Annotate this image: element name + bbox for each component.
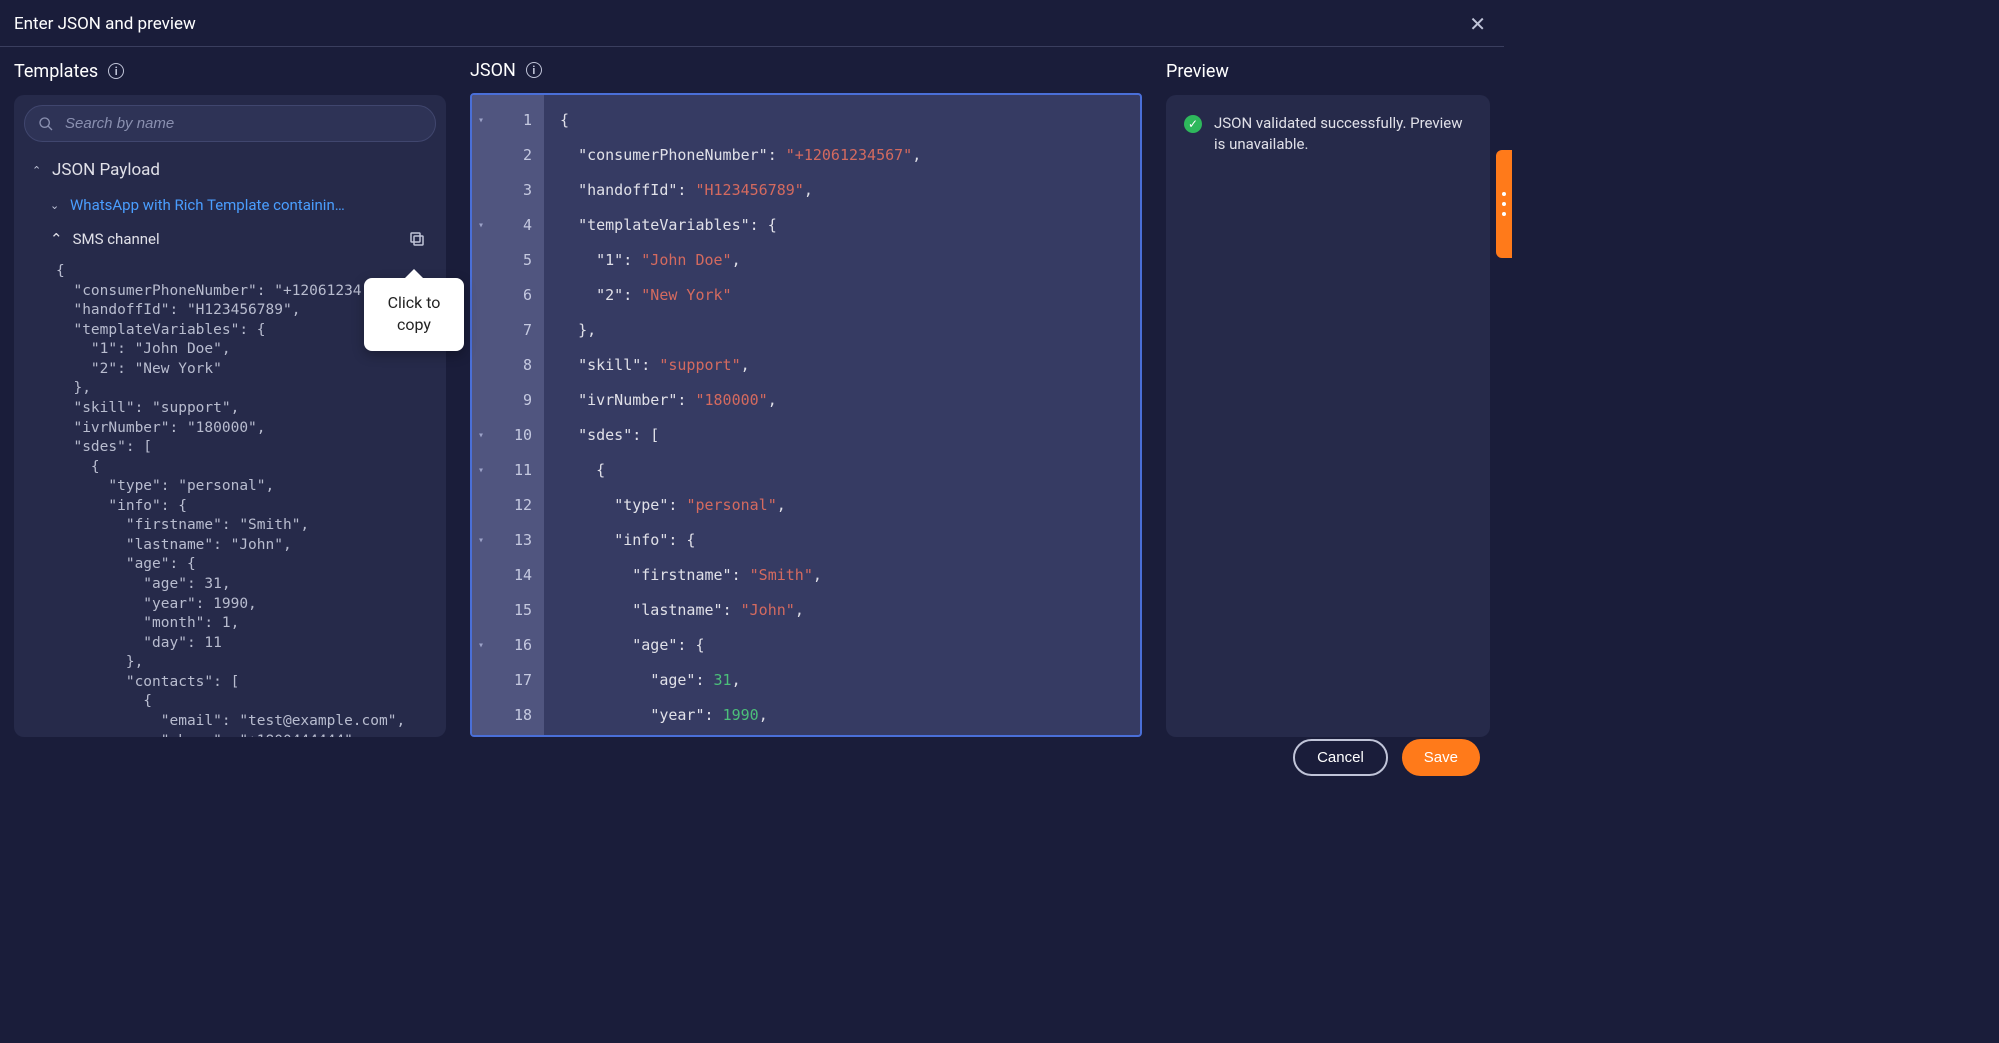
preview-panel: ✓ JSON validated successfully. Preview i… — [1166, 95, 1490, 737]
fold-icon[interactable]: ▾ — [478, 628, 484, 663]
chevron-down-icon: ⌄ — [50, 199, 60, 212]
code-line[interactable]: "skill": "support", — [560, 348, 1140, 383]
close-icon[interactable]: ✕ — [1465, 14, 1490, 34]
code-line[interactable]: "1": "John Doe", — [560, 243, 1140, 278]
code-line[interactable]: "handoffId": "H123456789", — [560, 173, 1140, 208]
chevron-up-icon: ⌃ — [32, 164, 42, 177]
gutter-line: 7 — [472, 313, 544, 348]
templates-panel: ⌃ JSON Payload ⌄ WhatsApp with Rich Temp… — [14, 95, 446, 737]
code-line[interactable]: "lastname": "John", — [560, 593, 1140, 628]
save-button[interactable]: Save — [1402, 739, 1480, 776]
search-icon — [38, 116, 54, 132]
tree-item-label: WhatsApp with Rich Template containin… — [70, 196, 345, 214]
gutter-line: 11▾ — [472, 453, 544, 488]
gutter-line: 10▾ — [472, 418, 544, 453]
code-line[interactable]: "consumerPhoneNumber": "+12061234567", — [560, 138, 1140, 173]
gutter-line: 5 — [472, 243, 544, 278]
code-line[interactable]: "sdes": [ — [560, 418, 1140, 453]
gutter-line: 3 — [472, 173, 544, 208]
code-line[interactable]: { — [560, 453, 1140, 488]
fold-icon[interactable]: ▾ — [478, 523, 484, 558]
copy-icon[interactable] — [408, 230, 426, 248]
side-drawer-handle[interactable] — [1496, 150, 1512, 258]
chevron-up-icon: ⌃ — [50, 230, 63, 248]
tree-item-label: SMS channel — [73, 230, 160, 248]
fold-icon[interactable]: ▾ — [478, 453, 484, 488]
preview-message: JSON validated successfully. Preview is … — [1214, 113, 1472, 155]
tree-item-sms[interactable]: ⌃ SMS channel — [20, 222, 440, 256]
modal-title: Enter JSON and preview — [14, 14, 196, 34]
tree-item-whatsapp[interactable]: ⌄ WhatsApp with Rich Template containin… — [20, 188, 440, 222]
check-circle-icon: ✓ — [1184, 115, 1202, 133]
gutter-line: 17 — [472, 663, 544, 698]
code-line[interactable]: "age": 31, — [560, 663, 1140, 698]
templates-heading: Templates — [14, 61, 98, 82]
cancel-button[interactable]: Cancel — [1293, 739, 1388, 776]
info-icon[interactable]: i — [108, 63, 124, 79]
code-line[interactable]: "2": "New York" — [560, 278, 1140, 313]
search-input[interactable] — [24, 105, 436, 142]
gutter-line: 2 — [472, 138, 544, 173]
gutter-line: 8 — [472, 348, 544, 383]
code-line[interactable]: "ivrNumber": "180000", — [560, 383, 1140, 418]
gutter-line: 14 — [472, 558, 544, 593]
copy-tooltip: Click to copy — [364, 278, 464, 351]
gutter-line: 16▾ — [472, 628, 544, 663]
gutter-line: 9 — [472, 383, 544, 418]
gutter-line: 15 — [472, 593, 544, 628]
gutter-line: 4▾ — [472, 208, 544, 243]
info-icon[interactable]: i — [526, 62, 542, 78]
gutter-line: 13▾ — [472, 523, 544, 558]
gutter-line: 6 — [472, 278, 544, 313]
gutter-line: 1▾ — [472, 103, 544, 138]
tree-group-label: JSON Payload — [52, 160, 160, 180]
json-editor[interactable]: 1▾234▾5678910▾11▾1213▾141516▾1718 { "con… — [470, 93, 1142, 737]
fold-icon[interactable]: ▾ — [478, 418, 484, 453]
code-line[interactable]: "templateVariables": { — [560, 208, 1140, 243]
code-line[interactable]: "firstname": "Smith", — [560, 558, 1140, 593]
code-line[interactable]: "age": { — [560, 628, 1140, 663]
code-line[interactable]: { — [560, 103, 1140, 138]
fold-icon[interactable]: ▾ — [478, 103, 484, 138]
fold-icon[interactable]: ▾ — [478, 208, 484, 243]
preview-heading: Preview — [1166, 61, 1229, 82]
gutter-line: 12 — [472, 488, 544, 523]
tree-group-json-payload[interactable]: ⌃ JSON Payload — [20, 152, 440, 188]
code-line[interactable]: "type": "personal", — [560, 488, 1140, 523]
code-line[interactable]: "info": { — [560, 523, 1140, 558]
json-heading: JSON — [470, 60, 516, 81]
code-line[interactable]: }, — [560, 313, 1140, 348]
